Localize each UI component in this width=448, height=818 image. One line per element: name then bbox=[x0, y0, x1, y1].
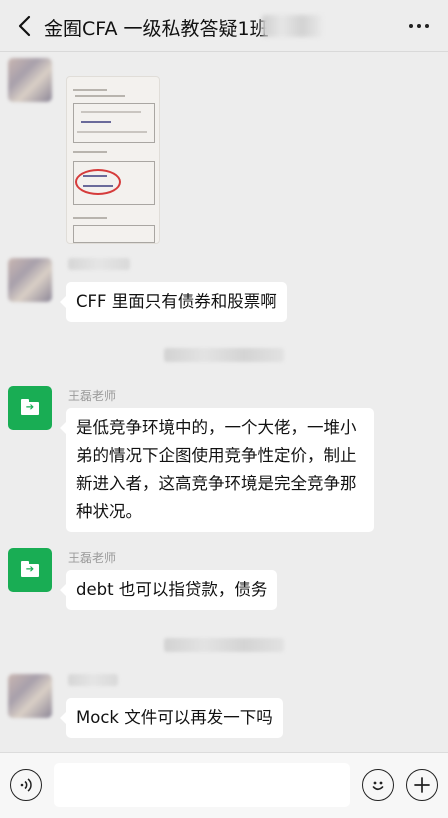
message-text: Mock 文件可以再发一下吗 bbox=[76, 708, 273, 727]
message-text: 是低竞争环境中的，一个大佬，一堆小弟的情况下企图使用竞争性定价，制止新进入者，这… bbox=[76, 418, 357, 521]
title-blur bbox=[262, 15, 322, 37]
chat-title: 金囿CFA 一级私教答疑1班 bbox=[44, 18, 269, 40]
teacher-avatar[interactable]: ➔ bbox=[8, 386, 52, 430]
annotation-circle bbox=[75, 169, 121, 195]
folder-share-icon: ➔ bbox=[21, 398, 39, 415]
more-horizontal-icon bbox=[409, 24, 413, 28]
message-list: CFF 里面只有债券和股票啊 ➔ 王磊老师 是低竞争环境中的，一个大佬，一堆小弟… bbox=[0, 52, 448, 752]
message-bubble[interactable]: 是低竞争环境中的，一个大佬，一堆小弟的情况下企图使用竞争性定价，制止新进入者，这… bbox=[60, 408, 374, 532]
avatar[interactable] bbox=[8, 674, 52, 718]
chevron-left-icon bbox=[18, 15, 31, 37]
sender-name: 王磊老师 bbox=[68, 551, 117, 565]
message-input[interactable] bbox=[54, 763, 350, 807]
avatar[interactable] bbox=[8, 258, 52, 302]
message-bubble[interactable]: debt 也可以指贷款，债务 bbox=[59, 570, 278, 610]
image-message[interactable] bbox=[66, 76, 160, 244]
message-text: debt 也可以指贷款，债务 bbox=[76, 580, 268, 599]
plus-button[interactable] bbox=[406, 769, 438, 801]
avatar[interactable] bbox=[8, 58, 52, 102]
voice-button[interactable] bbox=[10, 769, 42, 801]
chat-header: 金囿CFA 一级私教答疑1班 bbox=[0, 0, 448, 52]
timestamp-blur bbox=[164, 638, 284, 652]
sender-name-blur bbox=[68, 674, 118, 686]
message-bubble[interactable]: Mock 文件可以再发一下吗 bbox=[60, 698, 283, 738]
timestamp-blur bbox=[164, 348, 284, 362]
plus-icon bbox=[414, 777, 430, 793]
back-button[interactable] bbox=[10, 12, 38, 40]
sender-name: 王磊老师 bbox=[68, 389, 117, 403]
emoji-button[interactable] bbox=[362, 769, 394, 801]
more-button[interactable] bbox=[402, 12, 436, 40]
sender-name-blur bbox=[68, 258, 130, 270]
emoji-icon bbox=[372, 781, 384, 791]
folder-share-icon: ➔ bbox=[21, 560, 39, 577]
teacher-avatar[interactable]: ➔ bbox=[8, 548, 52, 592]
message-text: CFF 里面只有债券和股票啊 bbox=[76, 292, 277, 311]
input-bar bbox=[0, 752, 448, 818]
voice-icon bbox=[20, 778, 32, 792]
message-bubble[interactable]: CFF 里面只有债券和股票啊 bbox=[60, 282, 287, 322]
